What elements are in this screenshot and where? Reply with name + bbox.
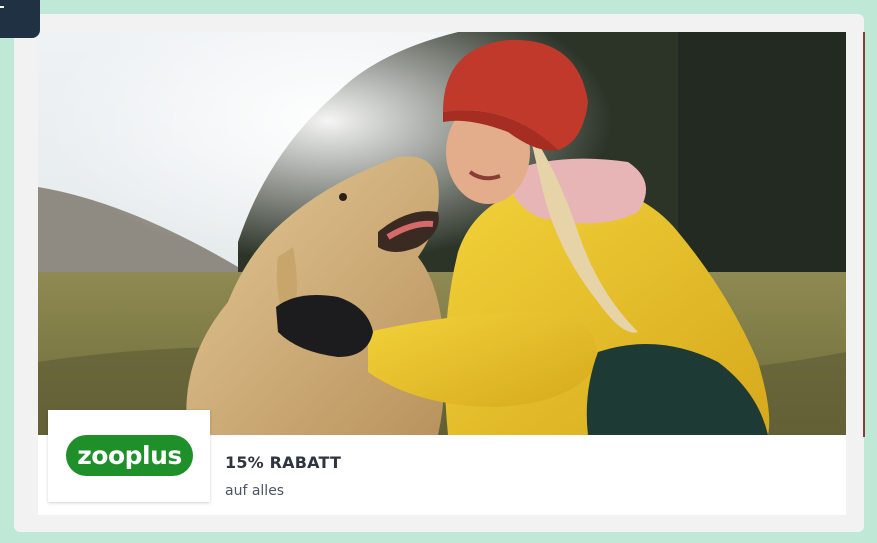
offer-title: 15% RABATT <box>225 453 342 472</box>
brand-name: zooplus <box>77 441 182 470</box>
hero-image[interactable] <box>38 32 846 435</box>
brand-logo-box[interactable]: zooplus <box>48 410 210 502</box>
corner-tab[interactable] <box>0 0 40 38</box>
zooplus-logo: zooplus <box>66 435 193 476</box>
edge-divider <box>863 32 865 437</box>
photo-woman-with-dog-icon <box>38 32 846 435</box>
offer-bar[interactable]: zooplus 15% RABATT auf alles <box>38 410 846 515</box>
ad-content[interactable]: zooplus 15% RABATT auf alles <box>38 32 846 515</box>
ad-card[interactable]: zooplus 15% RABATT auf alles <box>14 14 864 532</box>
corner-tab-mark <box>0 6 4 8</box>
offer-subtitle: auf alles <box>225 483 285 499</box>
ad-frame: zooplus 15% RABATT auf alles <box>0 0 877 543</box>
